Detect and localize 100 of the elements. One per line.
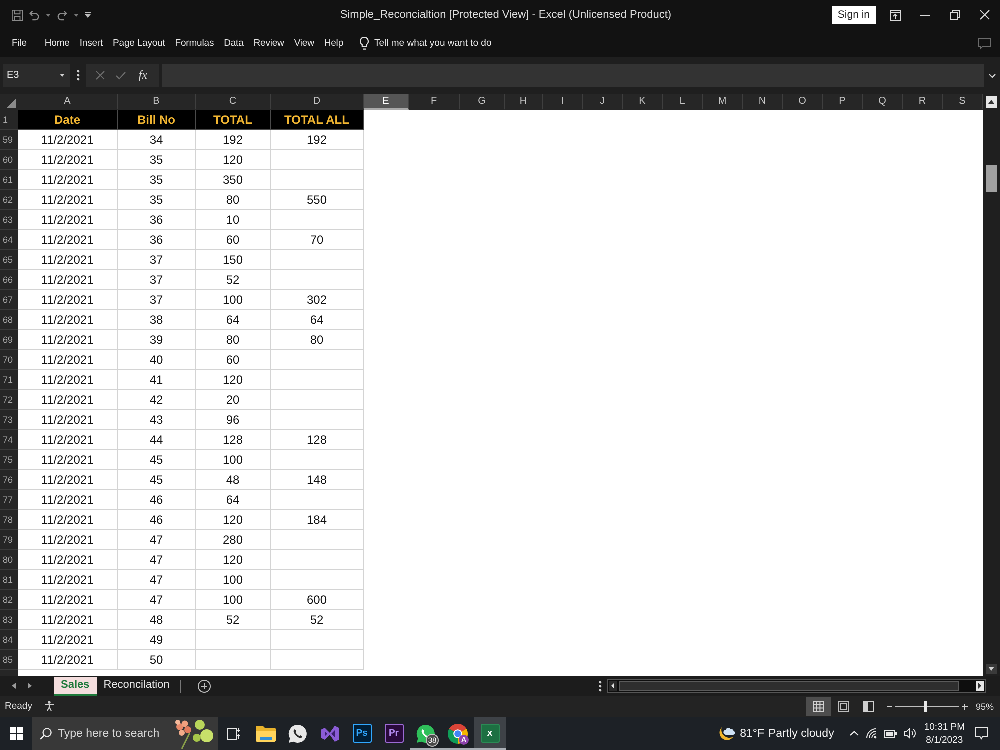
table-cell: 41 bbox=[118, 370, 196, 390]
table-cell: 11/2/2021 bbox=[18, 510, 118, 530]
table-cell: 10 bbox=[196, 210, 271, 230]
date-text[interactable]: 8/1/2023 bbox=[926, 734, 964, 746]
search-bar[interactable]: Type here to search bbox=[32, 717, 218, 750]
accessibility-icon[interactable] bbox=[44, 701, 56, 712]
bowtie-logo-icon bbox=[321, 724, 339, 742]
taskbar-button[interactable]: x bbox=[474, 717, 506, 750]
table-cell: 11/2/2021 bbox=[18, 590, 118, 610]
next-sheet-icon[interactable] bbox=[28, 683, 32, 689]
comment-icon[interactable] bbox=[978, 38, 991, 50]
scrollbar-thumb[interactable] bbox=[986, 165, 997, 192]
table-cell: 37 bbox=[118, 290, 196, 310]
table-cell: 96 bbox=[196, 410, 271, 430]
slider-thumb[interactable] bbox=[924, 701, 928, 712]
cancel-icon[interactable] bbox=[96, 71, 105, 80]
table-cell: 45 bbox=[118, 450, 196, 470]
menu-tab[interactable]: Formulas bbox=[175, 38, 214, 49]
sign-in-button[interactable]: Sign in bbox=[832, 6, 876, 24]
menu-tab[interactable]: Page Layout bbox=[113, 38, 166, 49]
menu-tab[interactable]: File bbox=[12, 38, 27, 49]
menu-tab[interactable]: Data bbox=[224, 38, 244, 49]
speaker-icon[interactable] bbox=[904, 728, 916, 739]
table-cell: 11/2/2021 bbox=[18, 290, 118, 310]
table-cell: 47 bbox=[118, 530, 196, 550]
add-sheet-icon[interactable] bbox=[198, 680, 211, 692]
ribbon-display-icon[interactable] bbox=[890, 10, 900, 20]
table-cell: 36 bbox=[118, 230, 196, 250]
minimize-icon[interactable] bbox=[920, 14, 930, 16]
chevron-down-icon[interactable] bbox=[988, 74, 996, 78]
table-cell: 11/2/2021 bbox=[18, 350, 118, 370]
table-cell: 37 bbox=[118, 250, 196, 270]
zoom-level-text[interactable]: 95% bbox=[976, 702, 994, 712]
caret-icon[interactable] bbox=[46, 14, 51, 16]
menu-tab[interactable]: Home bbox=[44, 38, 70, 49]
column-header[interactable]: E bbox=[364, 94, 409, 110]
undo-icon[interactable] bbox=[29, 10, 40, 20]
table-cell: 150 bbox=[196, 250, 271, 270]
scroll-left-icon[interactable] bbox=[609, 681, 617, 691]
grid-icon bbox=[812, 701, 824, 712]
restore-icon[interactable] bbox=[950, 10, 960, 20]
wifi-icon[interactable] bbox=[866, 728, 878, 739]
taskbar-button[interactable]: Ps bbox=[346, 717, 378, 750]
chevron-up-icon[interactable] bbox=[850, 731, 860, 736]
temperature-text[interactable]: 81°F bbox=[740, 728, 764, 740]
name-box[interactable]: E3 bbox=[3, 64, 70, 87]
save-icon[interactable] bbox=[12, 10, 23, 20]
scrollbar-thumb[interactable] bbox=[619, 681, 959, 691]
table-cell: 11/2/2021 bbox=[18, 490, 118, 510]
table-cell: 350 bbox=[196, 170, 271, 190]
redo-icon[interactable] bbox=[57, 10, 68, 20]
normal-view-button[interactable] bbox=[806, 697, 831, 716]
four-panes-icon[interactable] bbox=[10, 727, 22, 740]
table-cell: 11/2/2021 bbox=[18, 170, 118, 190]
table-cell: 42 bbox=[118, 390, 196, 410]
customize-icon[interactable] bbox=[85, 12, 91, 18]
table-cell: 20 bbox=[196, 390, 271, 410]
time-text[interactable]: 10:31 PM bbox=[924, 722, 965, 732]
sheet-tab[interactable]: Sales bbox=[54, 676, 97, 696]
scroll-up-icon[interactable] bbox=[986, 96, 997, 108]
table-cell: 11/2/2021 bbox=[18, 470, 118, 490]
insert-function-button[interactable]: fx bbox=[136, 68, 150, 83]
caret-icon bbox=[60, 74, 65, 77]
battery-icon[interactable] bbox=[884, 730, 898, 738]
previous-sheet-icon[interactable] bbox=[12, 683, 16, 689]
taskbar-button[interactable]: Pr bbox=[378, 717, 410, 750]
menu-tab[interactable]: Help bbox=[324, 38, 344, 49]
menu-tab[interactable]: Insert bbox=[80, 38, 104, 49]
select-all-icon[interactable] bbox=[7, 99, 16, 108]
vertical-dots-icon[interactable] bbox=[598, 680, 602, 692]
table-cell: 35 bbox=[118, 150, 196, 170]
table-cell: 11/2/2021 bbox=[18, 410, 118, 430]
menu-tab[interactable]: View bbox=[294, 38, 314, 49]
header-cell: Date bbox=[18, 110, 118, 130]
menu-tab[interactable]: Review bbox=[254, 38, 284, 49]
check-icon[interactable] bbox=[116, 72, 126, 80]
notifications-icon[interactable] bbox=[975, 727, 988, 740]
task-view-icon[interactable] bbox=[227, 728, 241, 740]
table-cell: 11/2/2021 bbox=[18, 130, 118, 150]
close-icon[interactable] bbox=[980, 10, 990, 20]
table-cell: 128 bbox=[196, 430, 271, 450]
table-cell: 11/2/2021 bbox=[18, 210, 118, 230]
table-cell: 280 bbox=[196, 530, 271, 550]
table-cell: 11/2/2021 bbox=[18, 630, 118, 650]
search-input[interactable]: Type here to search bbox=[58, 728, 168, 740]
table-cell: 192 bbox=[196, 130, 271, 150]
table-cell: 60 bbox=[196, 230, 271, 250]
vertical-scrollbar[interactable] bbox=[983, 94, 1000, 676]
scroll-right-icon[interactable] bbox=[976, 681, 984, 691]
window-title: Simple_Reconcialtion [Protected View] - Excel (Unlicensed Product) bbox=[340, 9, 672, 21]
scroll-down-icon[interactable] bbox=[986, 664, 997, 674]
table-cell: 11/2/2021 bbox=[18, 250, 118, 270]
table-cell: 128 bbox=[271, 430, 364, 450]
caret-icon[interactable] bbox=[74, 14, 79, 16]
zoom-in-icon[interactable] bbox=[962, 704, 968, 710]
horizontal-scrollbar[interactable] bbox=[607, 679, 986, 693]
weather-condition-text[interactable]: Partly cloudy bbox=[768, 728, 834, 740]
table-cell: 80 bbox=[196, 330, 271, 350]
folder-icon bbox=[256, 726, 276, 742]
tell-me-field[interactable]: Tell me what you want to do bbox=[360, 37, 492, 50]
